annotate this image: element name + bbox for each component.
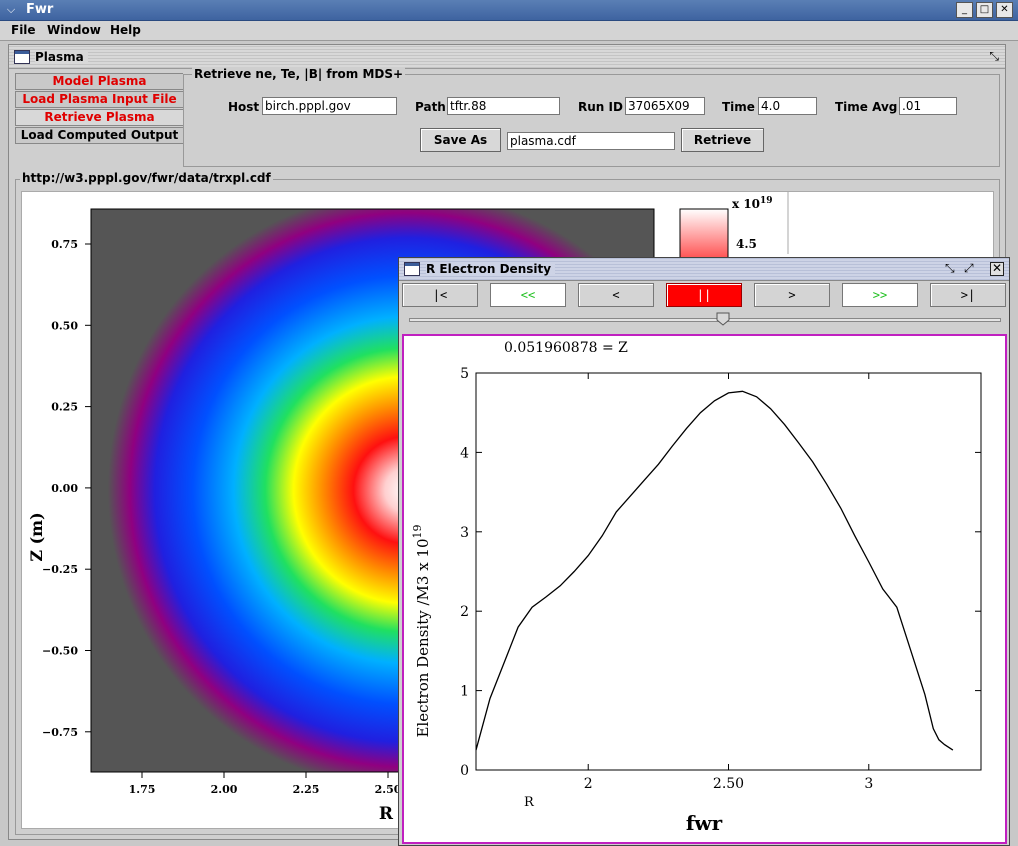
retrieve-group: Retrieve ne, Te, |B| from MDS+ Host birc… — [183, 67, 1000, 167]
y-tick-label: −0.75 — [42, 726, 78, 739]
y-tick-label: 0 — [460, 763, 469, 779]
chart-ylabel: Electron Density /M3 x 1019 — [411, 524, 432, 737]
chart-xlabel: fwr — [686, 811, 723, 835]
maximize-icon[interactable]: ⤢ — [964, 261, 974, 276]
retrieve-button[interactable]: Retrieve — [681, 128, 764, 152]
y-tick-label: 0.25 — [51, 401, 78, 414]
menu-file[interactable]: File — [11, 23, 36, 37]
time-label: Time — [722, 100, 755, 114]
step-forward-button[interactable]: > — [754, 283, 830, 307]
tab-load-computed-output[interactable]: Load Computed Output — [15, 127, 183, 144]
frame-icon — [404, 262, 420, 276]
app-title: Fwr — [26, 2, 54, 17]
y-tick-label: 2 — [460, 604, 469, 620]
y-tick-label: 0.50 — [51, 319, 78, 332]
minimize-button[interactable]: _ — [956, 2, 973, 18]
close-icon[interactable]: ✕ — [990, 262, 1004, 276]
density-title: R Electron Density — [426, 262, 556, 276]
density-chart: 0.051960878 = Z 0 1 2 3 4 5 2 2.50 3 R fwr Elect… — [411, 340, 982, 835]
host-field[interactable]: birch.pppl.gov — [262, 97, 397, 115]
maximize-button[interactable]: □ — [976, 2, 993, 18]
colorbar-top-value: 4.5 — [736, 237, 757, 251]
y-tick-label: 1 — [460, 684, 469, 700]
path-field[interactable]: tftr.88 — [447, 97, 560, 115]
colorbar-unit: x 1019 — [732, 196, 773, 211]
tab-retrieve-plasma[interactable]: Retrieve Plasma — [15, 109, 183, 126]
url-legend: http://w3.pppl.gov/fwr/data/trxpl.cdf — [20, 171, 273, 185]
window-menu-icon[interactable]: ⌵ — [3, 2, 19, 18]
fast-back-button[interactable]: << — [490, 283, 566, 307]
first-button[interactable]: |< — [402, 283, 478, 307]
time-slider[interactable] — [409, 318, 1001, 322]
menu-window[interactable]: Window — [47, 23, 101, 37]
plasma-title-bar[interactable]: Plasma ⤡ — [9, 45, 1005, 69]
y-tick-label: 4 — [460, 445, 469, 461]
save-as-field[interactable]: plasma.cdf — [507, 132, 675, 150]
density-graph-area: 0.051960878 = Z 0 1 2 3 4 5 2 2.50 3 R fwr Elect… — [402, 334, 1007, 844]
y-tick-label: −0.50 — [42, 645, 78, 658]
x-tick-label: 1.75 — [129, 783, 156, 796]
chart-title: 0.051960878 = Z — [504, 340, 628, 356]
tab-load-plasma-input-file[interactable]: Load Plasma Input File — [15, 91, 183, 108]
y-tick-label: 0.75 — [51, 238, 78, 251]
retrieve-legend: Retrieve ne, Te, |B| from MDS+ — [192, 67, 406, 81]
restore-icon[interactable]: ⤡ — [945, 261, 955, 276]
timeavg-field[interactable]: .01 — [899, 97, 957, 115]
slider-thumb[interactable] — [716, 312, 730, 326]
close-button[interactable]: ✕ — [996, 2, 1013, 18]
colorbar — [679, 208, 729, 260]
series-line — [475, 390, 954, 751]
restore-icon[interactable]: ⤡ — [989, 49, 999, 64]
frame-icon — [14, 50, 30, 64]
y-tick-label: 5 — [460, 366, 469, 382]
last-button[interactable]: >| — [930, 283, 1006, 307]
x-tick-label: 3 — [864, 776, 873, 792]
x-tick-label: 2.00 — [211, 783, 238, 796]
plasma-title: Plasma — [35, 50, 88, 64]
runid-label: Run ID — [578, 100, 623, 114]
contour-ylabel: Z (m) — [27, 512, 46, 561]
x-tick-label: 2 — [584, 776, 593, 792]
path-label: Path — [415, 100, 446, 114]
app-title-bar: ⌵ Fwr _ □ ✕ — [0, 0, 1018, 21]
host-label: Host — [228, 100, 260, 114]
menu-help[interactable]: Help — [110, 23, 141, 37]
y-tick-label: 0.00 — [51, 482, 78, 495]
tab-model-plasma[interactable]: Model Plasma — [15, 73, 183, 90]
pause-button[interactable]: || — [666, 283, 742, 307]
contour-xlabel: R — [379, 804, 394, 824]
density-title-bar[interactable]: R Electron Density ⤡ ⤢ ✕ — [399, 258, 1009, 281]
plot-frame — [475, 372, 982, 771]
timeavg-label: Time Avg — [835, 100, 898, 114]
axis-corner-label: R — [524, 795, 535, 810]
x-tick-label: 2.25 — [293, 783, 320, 796]
contour-x-ticks: 1.75 2.00 2.25 2.50 — [129, 772, 402, 796]
runid-field[interactable]: 37065X09 — [625, 97, 705, 115]
x-tick-label: 2.50 — [713, 776, 744, 792]
y-tick-label: 3 — [460, 525, 469, 541]
electron-density-window: R Electron Density ⤡ ⤢ ✕ |< << < || > >>… — [398, 257, 1010, 846]
menu-bar: File Window Help — [0, 21, 1018, 41]
contour-y-ticks: 0.75 0.50 0.25 0.00 −0.25 −0.50 −0.75 — [42, 238, 91, 739]
save-as-button[interactable]: Save As — [420, 128, 501, 152]
step-back-button[interactable]: < — [578, 283, 654, 307]
time-field[interactable]: 4.0 — [758, 97, 817, 115]
y-tick-label: −0.25 — [42, 563, 78, 576]
fast-forward-button[interactable]: >> — [842, 283, 918, 307]
